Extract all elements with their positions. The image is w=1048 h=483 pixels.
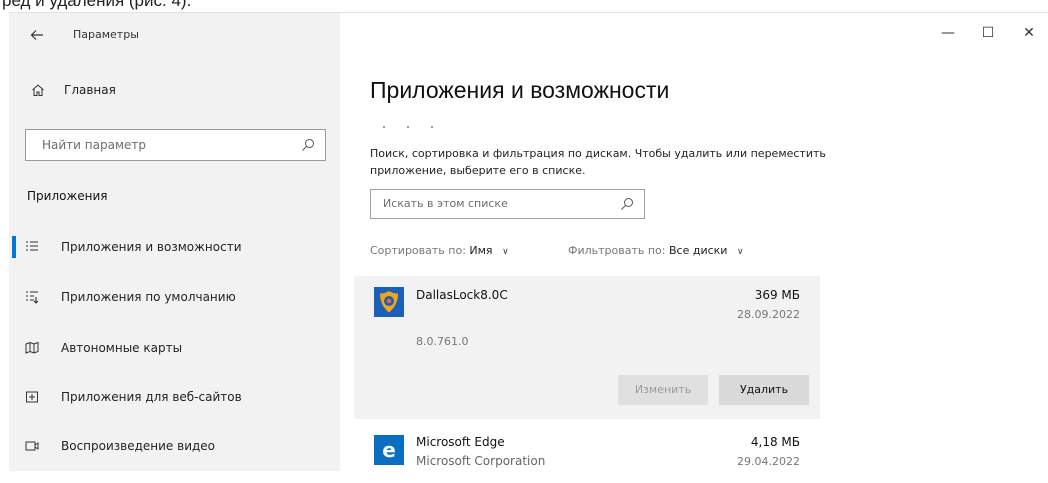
search-icon <box>302 139 314 151</box>
sort-label: Сортировать по: <box>370 244 466 257</box>
sidebar-item-offline-maps[interactable]: Автономные карты <box>9 333 340 363</box>
loading-dots <box>383 113 455 132</box>
caption-strip: ред и удаления (рис. 4). <box>0 0 1048 12</box>
app-list-search-placeholder: Искать в этом списке <box>383 197 508 210</box>
page-title: Приложения и возможности <box>370 77 670 103</box>
app-list-item-selected[interactable]: DallasLock8.0C 369 МБ 28.09.2022 8.0.761… <box>354 276 820 419</box>
app-name: DallasLock8.0C <box>416 288 508 302</box>
filter-dropdown[interactable]: Фильтровать по: Все диски ∨ <box>568 244 744 257</box>
filter-label: Фильтровать по: <box>568 244 666 257</box>
sidebar-item-apps-websites[interactable]: Приложения для веб-сайтов <box>9 382 340 412</box>
main-content: Приложения и возможности Поиск, сортиров… <box>340 13 1048 471</box>
window-title: Параметры <box>73 28 139 41</box>
chevron-down-icon: ∨ <box>736 247 744 257</box>
sidebar-item-label: Приложения и возможности <box>61 240 242 254</box>
uninstall-button[interactable]: Удалить <box>719 375 809 405</box>
app-version: 8.0.761.0 <box>416 335 469 348</box>
app-name: Microsoft Edge <box>416 435 505 449</box>
dallaslock-shield-icon <box>374 287 404 317</box>
back-button[interactable] <box>25 23 49 47</box>
sort-value: Имя <box>469 244 493 257</box>
page-description: Поиск, сортировка и фильтрация по дискам… <box>370 147 826 177</box>
svg-text:e: e <box>382 438 396 462</box>
settings-search-input[interactable]: Найти параметр <box>25 129 326 161</box>
sidebar-item-label: Воспроизведение видео <box>61 439 216 453</box>
sidebar-item-home[interactable]: Главная <box>9 77 340 105</box>
sidebar-home-label: Главная <box>64 83 116 97</box>
app-list-search-input[interactable]: Искать в этом списке <box>370 189 645 219</box>
sidebar-item-label: Автономные карты <box>61 341 183 355</box>
sidebar-item-label: Приложения для веб-сайтов <box>61 390 242 404</box>
sidebar-item-apps-features[interactable]: Приложения и возможности <box>9 232 340 262</box>
chevron-down-icon: ∨ <box>502 247 509 257</box>
app-publisher: Microsoft Corporation <box>416 454 546 468</box>
filter-value: Все диски <box>669 244 728 257</box>
home-icon <box>32 84 44 96</box>
apps-features-icon <box>26 241 38 251</box>
app-size: 369 МБ <box>754 288 800 302</box>
sidebar-item-video-playback[interactable]: Воспроизведение видео <box>9 431 340 461</box>
caption-text: ред и удаления (рис. 4). <box>2 0 192 10</box>
video-playback-icon <box>25 441 39 451</box>
app-size: 4,18 МБ <box>750 435 800 449</box>
app-install-date: 29.04.2022 <box>737 455 800 468</box>
sidebar-item-default-apps[interactable]: Приложения по умолчанию <box>9 282 340 312</box>
modify-button[interactable]: Изменить <box>618 375 708 405</box>
sidebar: Параметры Главная Найти параметр Приложе… <box>9 13 340 471</box>
app-install-date: 28.09.2022 <box>737 308 800 321</box>
sidebar-item-label: Приложения по умолчанию <box>61 290 236 304</box>
sidebar-section-title: Приложения <box>27 189 108 203</box>
offline-maps-icon <box>25 341 39 354</box>
active-indicator <box>12 236 16 258</box>
app-list-item[interactable]: e Microsoft Edge Microsoft Corporation 4… <box>354 427 820 483</box>
arrow-left-icon <box>30 30 43 40</box>
sort-dropdown[interactable]: Сортировать по: Имя ∨ <box>370 244 509 257</box>
search-icon <box>621 198 633 210</box>
settings-window: Параметры Главная Найти параметр Приложе… <box>9 12 1048 471</box>
settings-search-placeholder: Найти параметр <box>42 138 146 152</box>
edge-icon: e <box>374 435 404 465</box>
default-apps-icon <box>26 291 39 304</box>
apps-for-websites-icon <box>26 391 38 403</box>
